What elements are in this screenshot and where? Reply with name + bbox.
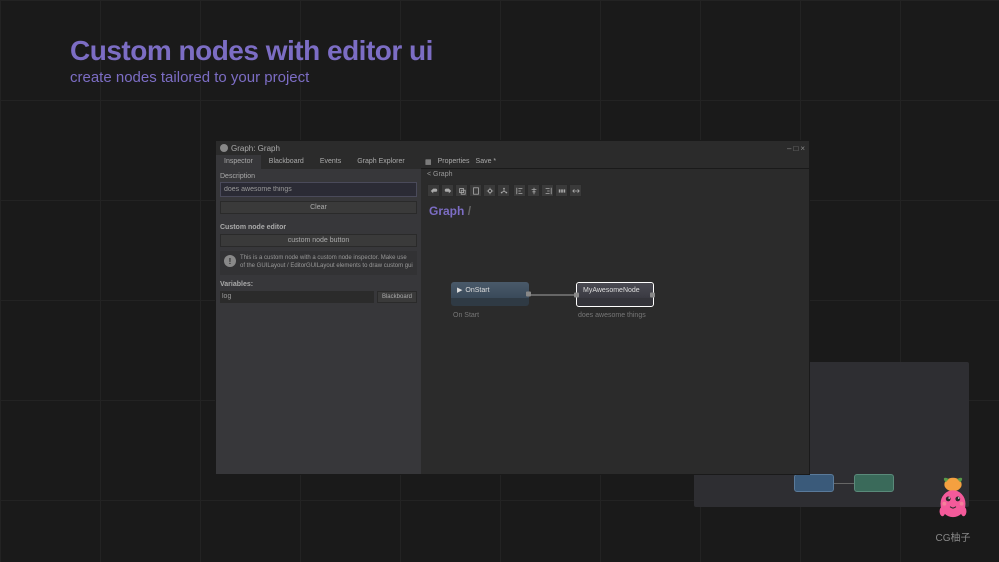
edge-start-to-awesome[interactable] [529, 294, 576, 296]
breadcrumb[interactable]: < Graph [421, 169, 809, 181]
tool-fit-icon[interactable] [569, 184, 582, 197]
close-button[interactable]: × [800, 144, 805, 153]
tool-distribute-icon[interactable] [555, 184, 568, 197]
clear-button[interactable]: Clear [220, 201, 417, 214]
editor-window: Graph: Graph ‒ □ × Inspector Blackboard … [215, 140, 810, 475]
tool-undo-icon[interactable] [427, 184, 440, 197]
app-icon [220, 144, 228, 152]
node-onstart-caption: On Start [453, 312, 479, 319]
graph-title: Graph / [421, 200, 809, 222]
inspector-body: Description Clear Custom node editor cus… [216, 169, 421, 307]
node-onstart[interactable]: ▶ OnStart [451, 282, 529, 306]
tool-align-right-icon[interactable] [541, 184, 554, 197]
tool-settings-icon[interactable] [483, 184, 496, 197]
properties-bar: ▦ Properties Save * [421, 155, 809, 169]
play-icon: ▶ [457, 286, 462, 294]
page-heading: Custom nodes with editor ui create nodes… [70, 35, 433, 86]
node-awesome-caption: does awesome things [578, 312, 646, 319]
mini-edge [834, 483, 854, 485]
description-input[interactable] [220, 182, 417, 197]
info-box: ! This is a custom node with a custom no… [220, 251, 417, 275]
tool-align-left-icon[interactable] [513, 184, 526, 197]
tab-inspector[interactable]: Inspector [216, 155, 261, 169]
mascot-label: CG柚子 [929, 529, 977, 544]
mini-node-green [854, 474, 894, 492]
tool-paste-icon[interactable] [469, 184, 482, 197]
description-label: Description [220, 173, 417, 180]
mini-node-blue [794, 474, 834, 492]
output-port[interactable] [526, 292, 531, 297]
tool-align-center-icon[interactable] [527, 184, 540, 197]
node-awesome-label: MyAwesomeNode [583, 287, 640, 294]
tool-redo-icon[interactable] [441, 184, 454, 197]
custom-node-button[interactable]: custom node button [220, 234, 417, 247]
left-panel: Inspector Blackboard Events Graph Explor… [216, 155, 421, 474]
mascot-watermark: CG柚子 [929, 473, 977, 544]
variables-header: Variables: [220, 281, 417, 288]
input-port[interactable] [574, 292, 579, 297]
properties-label[interactable]: Properties [438, 158, 470, 165]
tab-bar: Inspector Blackboard Events Graph Explor… [216, 155, 421, 169]
node-onstart-label: OnStart [465, 287, 489, 294]
output-port[interactable] [650, 292, 655, 297]
toolbar [421, 181, 809, 200]
save-button[interactable]: Save * [476, 158, 497, 165]
variable-blackboard-button[interactable]: Blackboard [377, 291, 417, 303]
node-myawesomenode[interactable]: MyAwesomeNode [576, 282, 654, 307]
tab-graph-explorer[interactable]: Graph Explorer [349, 155, 412, 169]
variable-row: Blackboard [220, 291, 417, 303]
mascot-icon [929, 473, 977, 521]
variable-name-input[interactable] [220, 291, 374, 303]
custom-editor-header: Custom node editor [220, 224, 417, 231]
info-icon: ! [224, 255, 236, 267]
window-title: Graph: Graph [231, 144, 787, 153]
page-title: Custom nodes with editor ui [70, 35, 433, 67]
title-bar[interactable]: Graph: Graph ‒ □ × [216, 141, 809, 155]
minimize-button[interactable]: ‒ [787, 144, 791, 153]
maximize-button[interactable]: □ [793, 144, 798, 153]
tab-blackboard[interactable]: Blackboard [261, 155, 312, 169]
tool-hierarchy-icon[interactable] [497, 184, 510, 197]
graph-canvas[interactable]: ▶ OnStart MyAwesomeNode On Start does a [421, 222, 809, 474]
tab-events[interactable]: Events [312, 155, 349, 169]
right-panel: ▦ Properties Save * < Graph [421, 155, 809, 474]
grid-icon: ▦ [425, 158, 432, 166]
page-subtitle: create nodes tailored to your project [70, 69, 433, 86]
info-text: This is a custom node with a custom node… [240, 255, 413, 271]
tool-copy-icon[interactable] [455, 184, 468, 197]
